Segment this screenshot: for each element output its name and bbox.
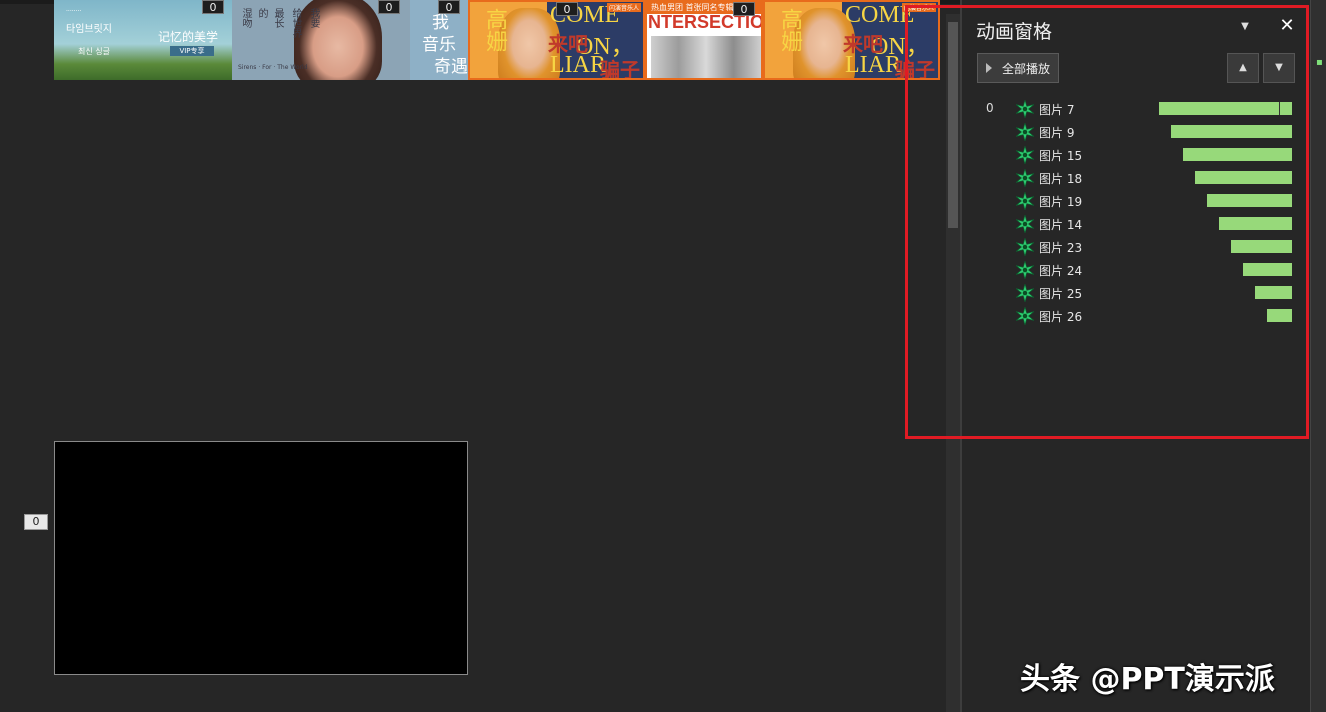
picture-tile-5[interactable]: 热血男团 首张同名专辑 INTERSECTION 0 (645, 0, 763, 80)
tile4-label: 闪演音乐人 (606, 3, 641, 12)
tile2-line: 最长 (272, 8, 283, 28)
tile4-artist: 高姗 (482, 8, 507, 52)
tile5-order-badge: 0 (733, 2, 755, 16)
slide-canvas[interactable] (54, 441, 468, 675)
tile4-order-badge: 0 (556, 2, 578, 16)
picture-tile-3[interactable]: 我 音乐 奇遇 0 (410, 0, 468, 80)
origin-badge: 0 (24, 514, 48, 530)
tile2-order-badge: 0 (378, 0, 400, 14)
tile1-caption: ········ (66, 8, 82, 15)
tile6-artist: 高姗 (777, 8, 802, 52)
tile2-english: Sirens · For · The World (238, 64, 308, 71)
highlight-annotation-box (905, 5, 1309, 439)
edge-icon: ▪ (1316, 57, 1323, 68)
vip-badge: VIP专享 (170, 46, 214, 56)
tile2-line: 我要 (308, 8, 319, 28)
right-panel-edge: ▪ (1310, 0, 1326, 712)
picture-tile-2[interactable]: 湿吻 的 最长 给世界 我要 Sirens · For · The World … (232, 0, 410, 80)
tile3-order-badge: 0 (438, 0, 460, 14)
tile4-cn2: 来吧 (548, 32, 588, 56)
picture-tile-1[interactable]: ········ 타임브릿지 记忆的美学 최신 싱글 VIP专享 0 (54, 0, 232, 80)
picture-tile-4[interactable]: 高姗 COME ON， LIAR 来吧 骗子 闪演音乐人 0 (468, 0, 645, 80)
tile5-group-photo (651, 36, 761, 78)
tile2-line: 湿吻 (240, 8, 251, 28)
watermark: 头条 @PPT演示派 (1020, 662, 1275, 697)
tile1-sub: 최신 싱글 (78, 47, 110, 56)
tile6-cn2: 来吧 (843, 32, 883, 56)
tile2-line: 的 (256, 8, 267, 18)
tile1-korean: 타임브릿지 (66, 24, 112, 35)
tile1-headline: 记忆的美学 (158, 30, 219, 44)
tile2-line: 给世界 (290, 8, 301, 38)
tile4-cn3: 骗子 (600, 58, 640, 80)
tile1-order-badge: 0 (202, 0, 224, 14)
tile3-text: 奇遇 (434, 57, 468, 77)
